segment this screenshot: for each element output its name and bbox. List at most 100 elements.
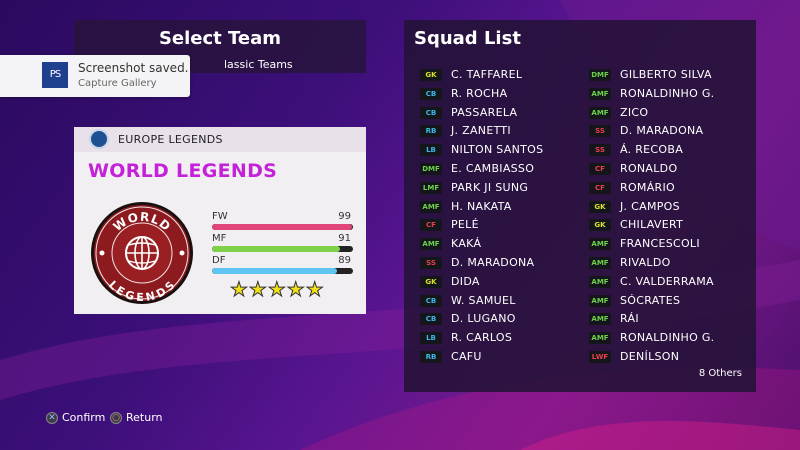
squad-player-row: GK CHILAVERT [589,216,754,235]
squad-player-row: CB PASSARELA [420,104,585,123]
squad-player-row: CB D. LUGANO [420,310,585,329]
squad-player-row: GK J. CAMPOS [589,198,754,217]
return-label: Return [126,411,163,424]
squad-player-row: RB CAFU [420,348,585,367]
notification-subtitle: Capture Gallery [78,78,157,89]
position-badge: AMF [589,106,611,119]
player-name: RONALDINHO G. [620,86,715,100]
squad-player-row: SS D. MARADONA [420,254,585,273]
squad-player-row: LB NILTON SANTOS [420,141,585,160]
page-title: Select Team [158,28,282,49]
position-badge: CB [420,294,442,307]
position-badge: RB [420,125,442,138]
player-name: FRANCESCOLI [620,237,700,251]
player-name: E. CAMBIASSO [451,161,535,175]
position-badge: SS [589,125,611,138]
squad-player-row: RB J. ZANETTI [420,122,585,141]
squad-column-right: DMF GILBERTO SILVA AMF RONALDINHO G. AMF ZICO… [589,66,754,367]
squad-player-row: AMF H. NAKATA [420,198,585,217]
squad-player-row: AMF SÓCRATES [589,292,754,311]
stat-label: DF [212,255,226,266]
squad-player-row: DMF E. CAMBIASSO [420,160,585,179]
position-badge: AMF [420,200,442,213]
stat-label: MF [212,233,227,244]
squad-player-row: CF RONALDO [589,160,754,179]
stat-bar-fill [212,246,341,252]
squad-player-row: AMF C. VALDERRAMA [589,273,754,292]
team-name: WORLD LEGENDS [88,160,278,182]
player-name: GILBERTO SILVA [620,68,712,81]
squad-player-row: AMF RÁI [589,310,754,329]
confirm-button[interactable]: ✕ Confirm [46,411,105,424]
player-name: PASSARELA [451,105,518,119]
player-name: RIVALDO [620,255,671,269]
cross-button-icon: ✕ [46,412,58,424]
player-name: RONALDO [620,161,678,175]
squad-player-row: GK C. TAFFAREL [420,66,585,85]
position-badge: CF [589,162,611,175]
position-badge: CB [420,106,442,119]
player-name: H. NAKATA [451,199,512,213]
league-globe-icon [89,129,109,149]
circle-button-icon: ○ [110,412,122,424]
others-count: 8 Others [698,368,742,379]
squad-player-row: LMF PARK JI SUNG [420,179,585,198]
player-name: Á. RECOBA [620,143,684,157]
confirm-label: Confirm [62,411,106,424]
squad-player-row: AMF FRANCESCOLI [589,235,754,254]
team-badge-emblem: WORLD LEGENDS [91,202,193,304]
squad-player-row: AMF ZICO [589,104,754,123]
squad-player-row: CB R. ROCHA [420,85,585,104]
position-badge: GK [420,69,442,81]
team-rating-stars: ★★★★★ [230,277,325,302]
position-badge: GK [420,275,442,288]
position-badge: AMF [589,313,611,326]
position-badge: CB [420,87,442,100]
position-badge: AMF [589,294,611,307]
stat-value: 99 [338,211,351,222]
squad-list-panel: Squad List GK C. TAFFAREL CB R. ROCHA CB PASS… [404,20,756,392]
squad-player-row: GK DIDA [420,273,585,292]
team-card[interactable]: EUROPE LEGENDS WORLD LEGENDS WORLD LEGEN… [74,127,366,314]
position-badge: DMF [589,69,611,81]
player-name: PARK JI SUNG [451,180,529,194]
player-name: CAFU [451,349,482,363]
position-badge: AMF [589,275,611,288]
player-name: D. LUGANO [451,312,516,326]
position-badge: AMF [420,238,442,251]
squad-player-row: CB W. SAMUEL [420,292,585,311]
squad-player-row: AMF RONALDINHO G. [589,85,754,104]
player-name: D. MARADONA [620,124,704,138]
position-badge: LB [420,144,442,157]
squad-player-row: AMF RIVALDO [589,254,754,273]
squad-player-row: CF PELÉ [420,216,585,235]
league-header: EUROPE LEGENDS [74,127,366,152]
player-name: PELÉ [451,218,479,232]
position-badge: CF [589,181,611,194]
squad-player-row: CF ROMÁRIO [589,179,754,198]
position-badge: LWF [589,350,611,363]
screenshot-notification[interactable]: PS Screenshot saved. Capture Gallery [0,55,190,97]
squad-player-row: LB R. CARLOS [420,329,585,348]
player-name: D. MARADONA [451,255,535,269]
stat-bar [212,224,353,230]
stat-bar [212,246,353,252]
return-button[interactable]: ○ Return [110,411,163,424]
stat-bar-fill [212,268,338,274]
squad-player-row: SS D. MARADONA [589,122,754,141]
league-name: EUROPE LEGENDS [118,133,223,146]
position-badge: AMF [589,332,611,345]
player-name: CHILAVERT [620,218,684,232]
player-name: R. CARLOS [451,331,513,345]
squad-player-row: SS Á. RECOBA [589,141,754,160]
position-badge: AMF [589,256,611,269]
player-name: J. ZANETTI [451,124,511,138]
squad-player-row: LWF DENÍLSON [589,348,754,367]
player-name: ZICO [620,105,649,119]
player-name: J. CAMPOS [620,199,680,213]
player-name: ROMÁRIO [620,180,675,194]
squad-list-title: Squad List [414,28,521,49]
player-name: RONALDINHO G. [620,331,715,345]
position-badge: SS [589,144,611,157]
player-name: KAKÁ [451,237,482,251]
